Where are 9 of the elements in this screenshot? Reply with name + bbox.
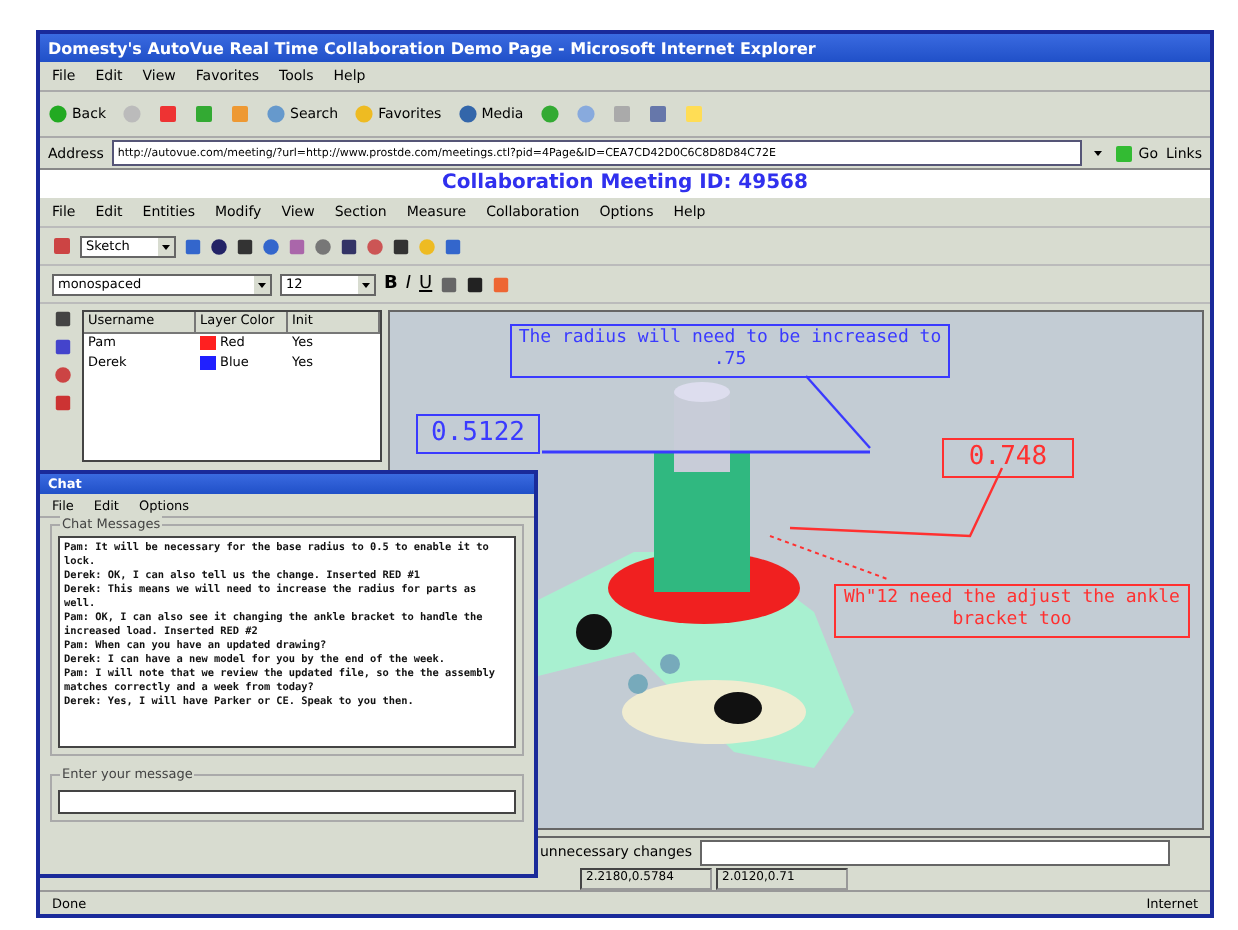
window-title: Domesty's AutoVue Real Time Collaboration Demo Page - Microsoft Internet Explorer [40,34,1210,62]
format-button[interactable]: B [384,274,398,294]
format-button[interactable]: U [419,274,433,294]
annotation-note[interactable]: The radius will need to be increased to .75 [510,324,950,377]
message-field[interactable] [700,839,1170,865]
page-title: Collaboration Meeting ID: 49568 [40,170,1210,198]
message-input[interactable] [58,790,516,814]
dimension-label[interactable]: 0.5122 [416,414,540,455]
format-button[interactable]: I [405,274,412,294]
